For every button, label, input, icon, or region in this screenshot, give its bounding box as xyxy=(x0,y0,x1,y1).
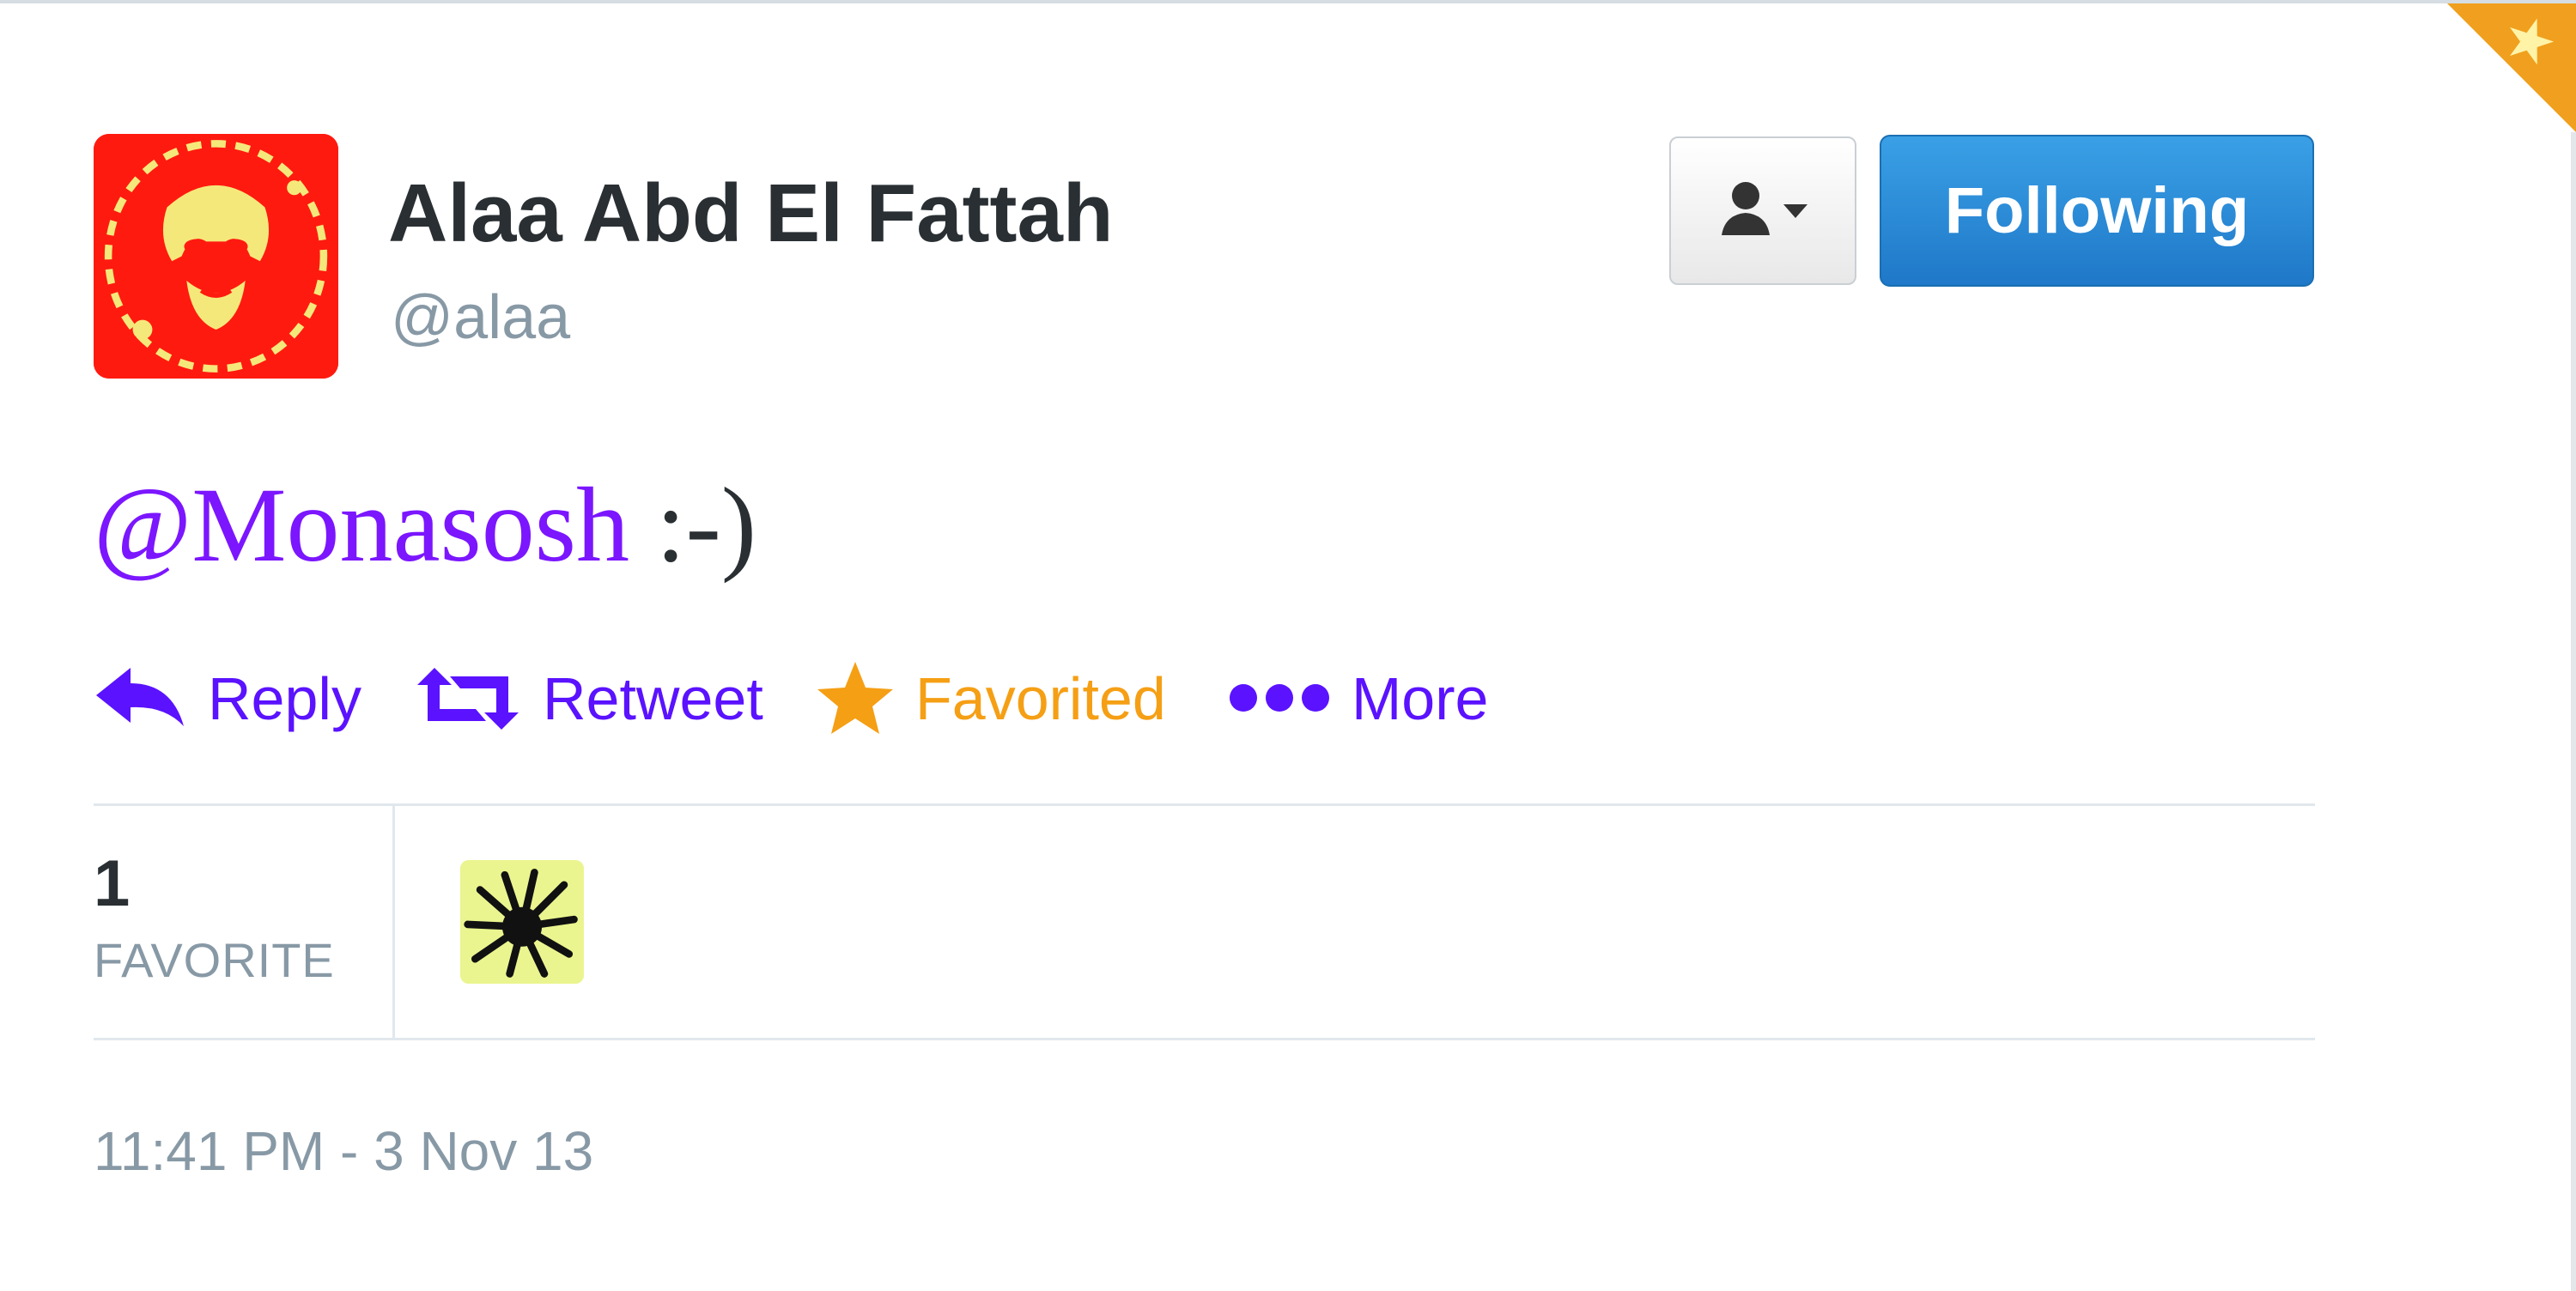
favorite-count-label[interactable]: FAVORITE xyxy=(94,932,335,988)
favoriter-avatar[interactable] xyxy=(460,860,584,984)
tweet-card: ★ Alaa Abd El Fattah @alaa Following @Mo… xyxy=(0,0,2576,1291)
favorite-button[interactable]: Favorited xyxy=(816,656,1166,742)
reply-button[interactable]: Reply xyxy=(93,656,361,742)
stats-divider-top xyxy=(94,803,2315,806)
following-button[interactable]: Following xyxy=(1880,135,2314,287)
reply-label: Reply xyxy=(208,665,361,732)
stats-vertical-divider xyxy=(392,806,395,1038)
user-actions-dropdown-button[interactable] xyxy=(1669,136,1856,285)
person-dropdown-icon xyxy=(1722,181,1807,235)
reply-icon xyxy=(96,668,184,726)
favoriter-avatar-icon xyxy=(460,860,584,984)
mention-link[interactable]: @Monasosh xyxy=(94,466,629,584)
star-icon xyxy=(817,662,893,734)
card-edge xyxy=(2571,132,2576,1291)
author-handle[interactable]: @alaa xyxy=(391,282,570,353)
retweet-label: Retweet xyxy=(543,665,763,732)
stats-divider-bottom xyxy=(94,1038,2315,1040)
tweet-text: @Monasosh :-) xyxy=(94,466,757,584)
favorite-count[interactable]: 1 xyxy=(94,846,130,921)
author-avatar[interactable] xyxy=(94,134,338,379)
more-label: More xyxy=(1352,665,1489,732)
author-avatar-icon xyxy=(94,134,338,379)
ellipsis-icon xyxy=(1230,684,1329,712)
tweet-text-body: :-) xyxy=(629,466,757,584)
favorite-label: Favorited xyxy=(915,665,1166,732)
tweet-timestamp[interactable]: 11:41 PM - 3 Nov 13 xyxy=(94,1119,593,1183)
more-button[interactable]: More xyxy=(1228,656,1488,742)
retweet-icon xyxy=(417,668,519,730)
retweet-button[interactable]: Retweet xyxy=(414,656,763,742)
author-fullname[interactable]: Alaa Abd El Fattah xyxy=(388,167,1114,261)
